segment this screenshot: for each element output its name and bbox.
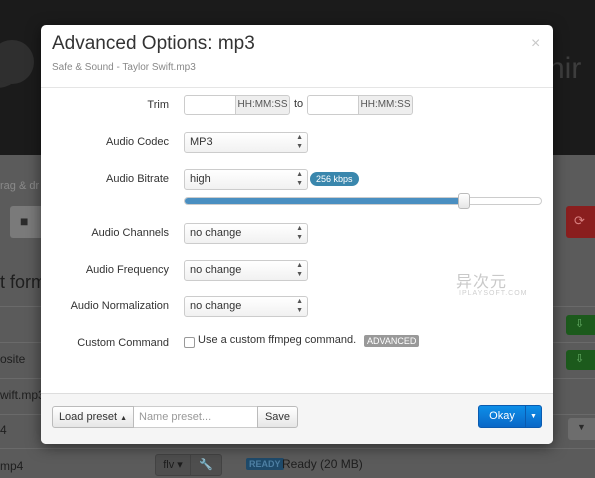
audio-frequency-label: Audio Frequency [85,264,169,276]
wrench-icon[interactable]: 🔧 [190,454,222,476]
preset-name-input[interactable]: Name preset... [134,406,258,428]
background-format-select[interactable]: flv ▾ [155,454,191,476]
background-refresh-button[interactable]: ⟳ [566,206,595,238]
close-icon[interactable]: × [531,35,540,53]
audio-channels-select[interactable]: no change ▲ ▼ [184,223,308,244]
trim-end-input[interactable] [307,95,359,115]
background-brand-text: hir [548,52,582,85]
background-row-text: mp4 [0,459,24,473]
audio-codec-select[interactable]: MP3 ▲ ▼ [184,132,308,153]
chevron-down-icon: ▼ [577,422,586,432]
trim-start-addon: HH:MM:SS [235,95,290,115]
trim-to-text: to [294,98,304,110]
background-download-button[interactable]: ⇩ [566,315,595,335]
background-row-text: 4 [0,423,7,437]
okay-dropdown-button[interactable]: ▼ [525,405,542,428]
status-badge: READY [246,458,284,470]
audio-bitrate-value: high [190,173,211,185]
dialog-footer: Load preset ▲ Name preset... Save Okay ▼ [41,393,553,444]
save-preset-button[interactable]: Save [257,406,298,428]
custom-command-checkbox[interactable] [184,337,195,348]
load-preset-label: Load preset [58,411,118,423]
select-arrows-icon: ▲ ▼ [296,262,303,278]
download-icon: ⇩ [575,318,585,330]
cloud-logo-icon [0,40,42,88]
audio-normalization-select[interactable]: no change ▲ ▼ [184,296,308,317]
bitrate-slider[interactable] [184,193,542,209]
watermark-text: 异次元 [456,274,508,291]
status-text: Ready (20 MB) [282,457,363,471]
audio-frequency-select[interactable]: no change ▲ ▼ [184,260,308,281]
dialog-subtitle: Safe & Sound - Taylor Swift.mp3 [52,62,196,73]
select-arrows-icon: ▲ ▼ [296,225,303,241]
dialog-header: Advanced Options: mp3 Safe & Sound - Tay… [41,25,553,88]
audio-bitrate-label: Audio Bitrate [106,173,169,185]
bitrate-badge: 256 kbps [310,172,359,186]
trim-end-addon: HH:MM:SS [358,95,413,115]
divider [0,448,595,449]
audio-normalization-value: no change [190,300,242,312]
background-select[interactable]: ▼ [568,418,595,440]
audio-frequency-value: no change [190,264,242,276]
select-arrows-icon: ▲ ▼ [296,298,303,314]
dialog-title: Advanced Options: mp3 [52,33,255,54]
audio-channels-label: Audio Channels [91,227,169,239]
audio-normalization-label: Audio Normalization [70,300,169,312]
background-download-button[interactable]: ⇩ [566,350,595,370]
okay-button[interactable]: Okay [478,405,526,428]
advanced-badge: ADVANCED [364,335,420,347]
load-preset-button[interactable]: Load preset ▲ [52,406,134,428]
caret-down-icon: ▼ [530,413,537,420]
background-row-text: osite [0,352,26,366]
bitrate-slider-fill [185,198,465,204]
background-row-text: wift.mp3 [0,388,45,402]
trim-start-input[interactable] [184,95,236,115]
watermark-subtext: IPLAYSOFT.COM [459,290,528,297]
advanced-options-dialog: Advanced Options: mp3 Safe & Sound - Tay… [41,25,553,444]
file-icon: ■ [20,213,29,229]
caret-up-icon: ▲ [120,415,128,422]
background-heading: t form [0,272,47,292]
select-arrows-icon: ▲ ▼ [296,134,303,150]
audio-bitrate-select[interactable]: high ▲ ▼ [184,169,308,190]
refresh-icon: ⟳ [574,213,585,228]
select-arrows-icon: ▲ ▼ [296,171,303,187]
custom-command-text[interactable]: Use a custom ffmpeg command. [198,334,356,346]
trim-label: Trim [147,99,169,111]
audio-channels-value: no change [190,227,242,239]
custom-command-label: Custom Command [77,337,169,349]
audio-codec-value: MP3 [190,136,213,148]
download-icon: ⇩ [575,353,585,365]
audio-codec-label: Audio Codec [106,136,169,148]
background-drop-hint: rag & dr [0,180,40,192]
bitrate-slider-handle[interactable] [458,193,471,209]
